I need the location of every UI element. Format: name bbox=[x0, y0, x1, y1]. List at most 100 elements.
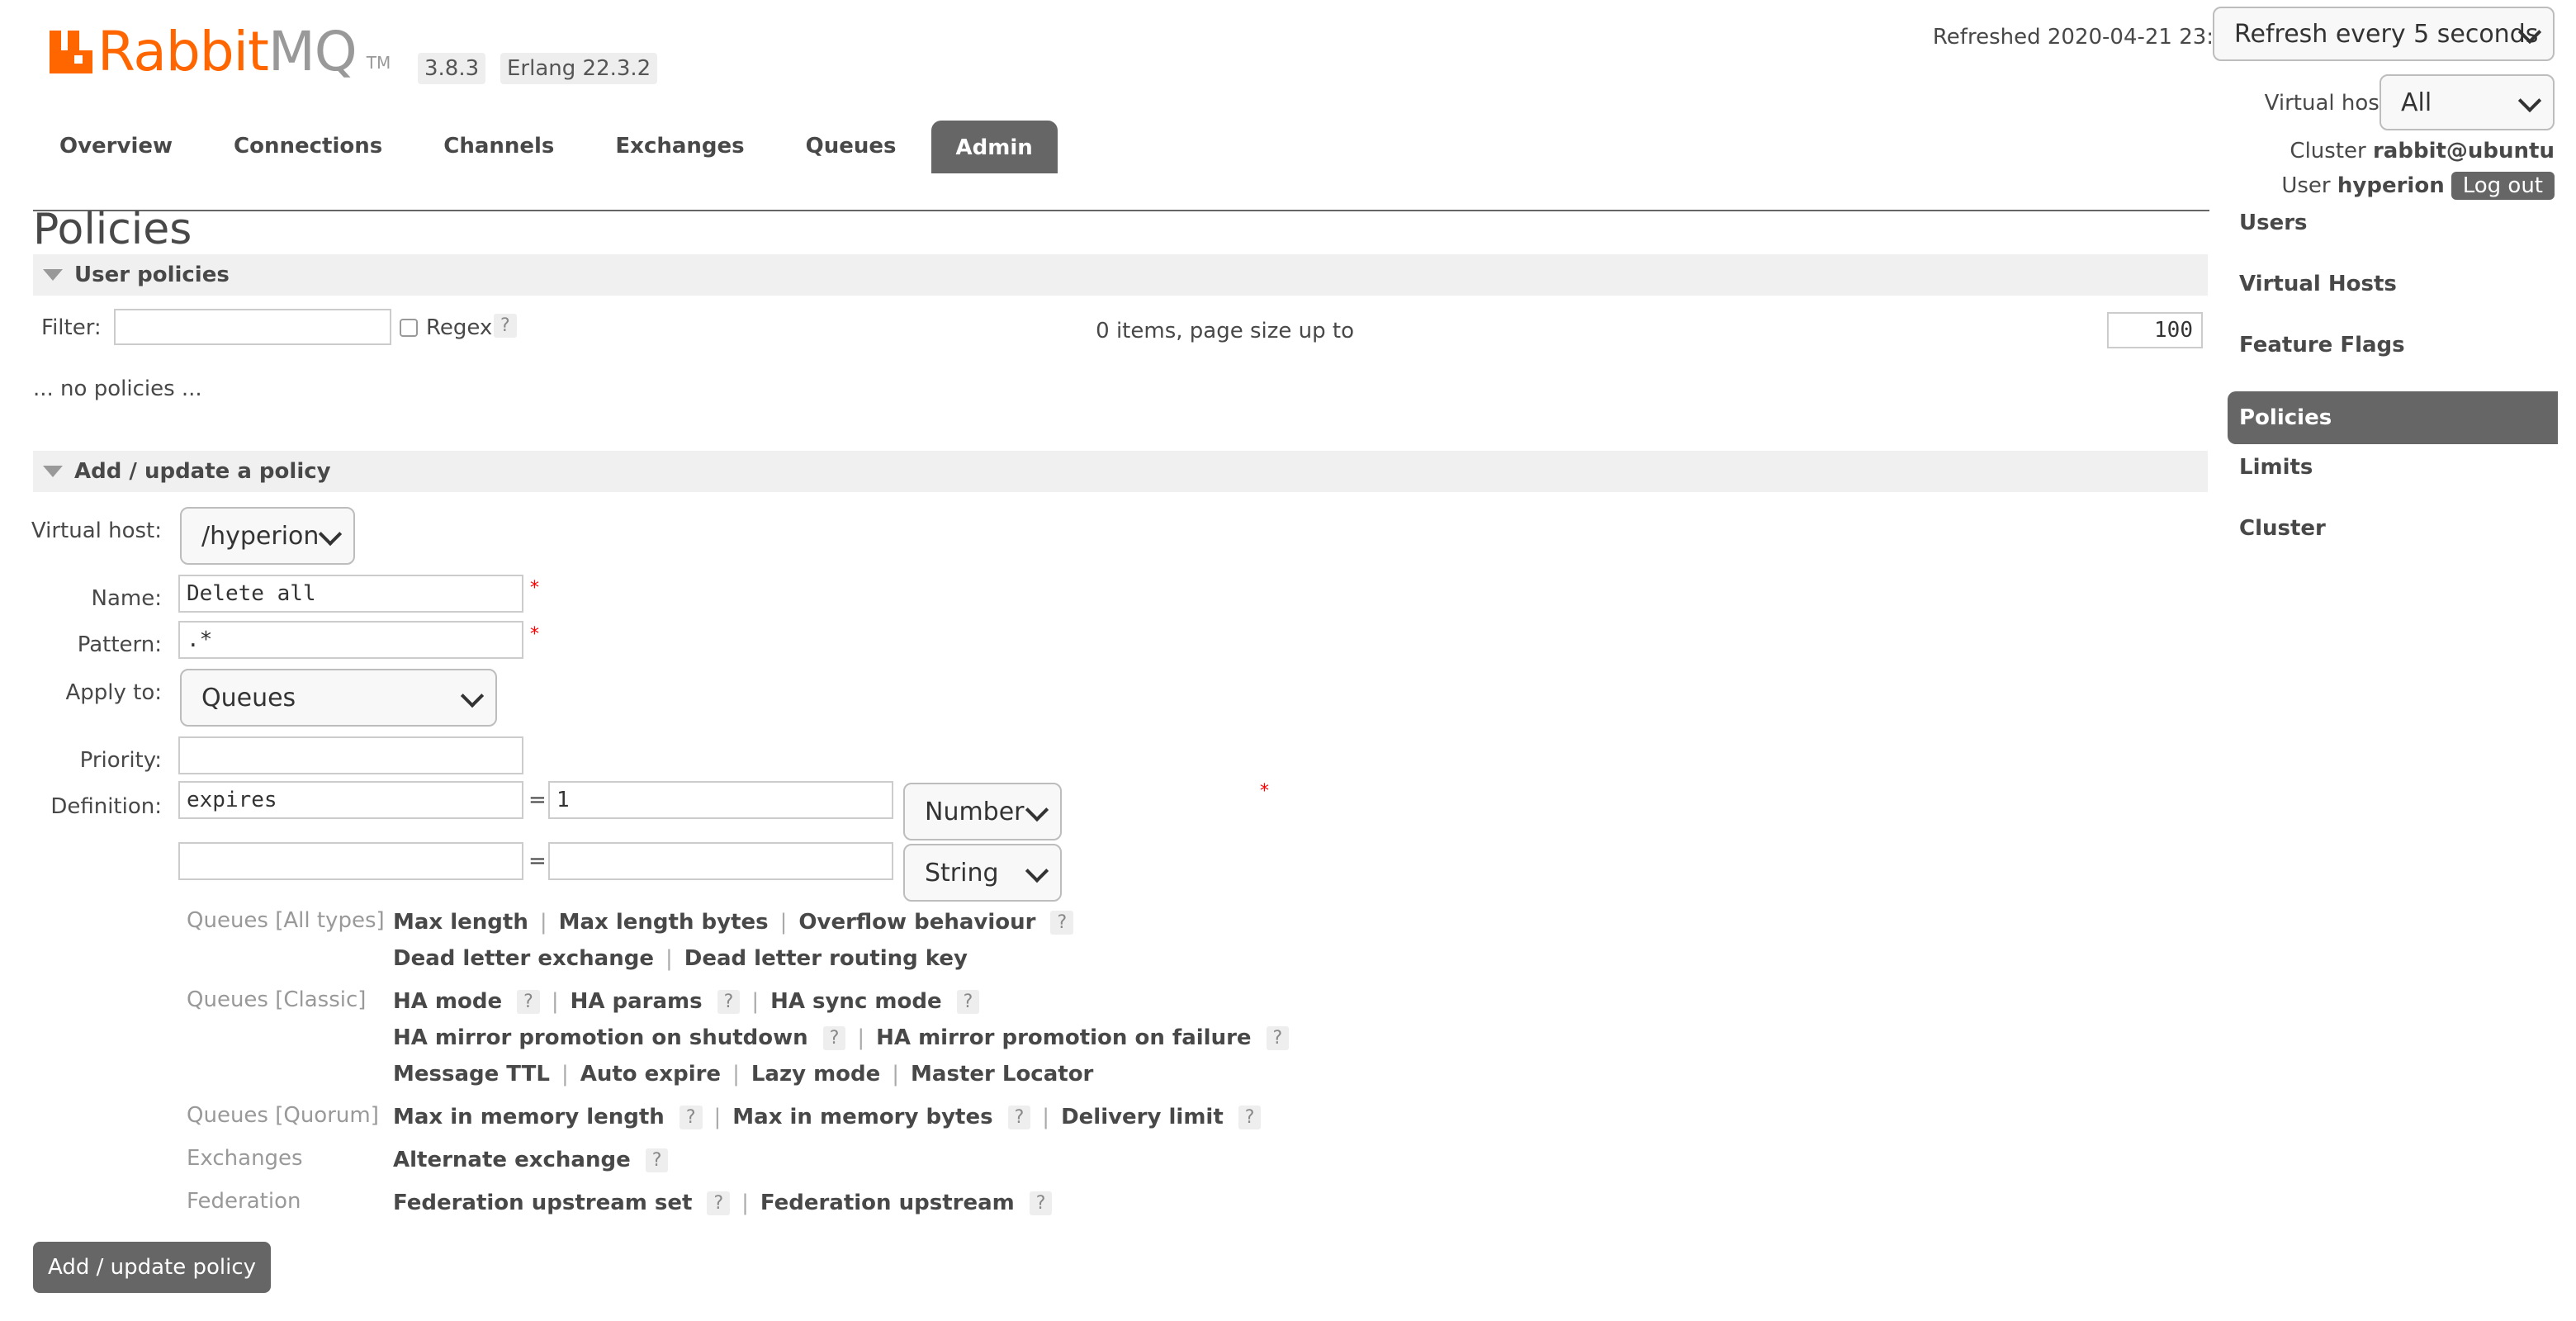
hint-auto-expire[interactable]: Auto expire bbox=[580, 1062, 721, 1087]
hint-max-in-memory-length[interactable]: Max in memory length bbox=[393, 1105, 665, 1129]
ha-params-help-button[interactable]: ? bbox=[717, 989, 741, 1014]
chevron-down-icon bbox=[1025, 859, 1049, 883]
regex-checkbox[interactable] bbox=[400, 319, 418, 337]
admin-sidebar: Users Virtual Hosts Feature Flags Polici… bbox=[2228, 208, 2558, 575]
alternate-exchange-help-button[interactable]: ? bbox=[645, 1148, 669, 1172]
overflow-help-button[interactable]: ? bbox=[1050, 910, 1074, 935]
hint-max-length-bytes[interactable]: Max length bytes bbox=[559, 910, 769, 935]
hint-lazy-mode[interactable]: Lazy mode bbox=[751, 1062, 880, 1087]
separator: | bbox=[751, 989, 760, 1014]
hint-max-length[interactable]: Max length bbox=[393, 910, 528, 935]
main-nav: Overview Connections Channels Exchanges … bbox=[33, 121, 1066, 173]
hint-category-queues-quorum: Queues [Quorum] bbox=[187, 1103, 379, 1128]
name-value: Delete all bbox=[187, 581, 316, 606]
items-count-info: 0 items, page size up to bbox=[1096, 319, 1354, 343]
definition-key-input-1[interactable]: expires bbox=[178, 781, 523, 819]
virtual-host-value: All bbox=[2401, 88, 2432, 117]
hint-row-exchanges: Alternate exchange ? bbox=[393, 1148, 669, 1172]
hint-master-locator[interactable]: Master Locator bbox=[911, 1062, 1093, 1087]
apply-to-label: Apply to: bbox=[65, 680, 162, 705]
sidebar-item-users[interactable]: Users bbox=[2228, 208, 2558, 269]
hint-ha-promotion-failure[interactable]: HA mirror promotion on failure bbox=[876, 1025, 1251, 1050]
tab-exchanges[interactable]: Exchanges bbox=[589, 122, 770, 173]
sidebar-item-feature-flags[interactable]: Feature Flags bbox=[2228, 330, 2558, 391]
delivery-limit-help-button[interactable]: ? bbox=[1238, 1105, 1262, 1129]
regex-label: Regex bbox=[426, 315, 493, 340]
hint-federation-upstream[interactable]: Federation upstream bbox=[760, 1191, 1015, 1215]
federation-upstream-set-help-button[interactable]: ? bbox=[707, 1191, 731, 1215]
hint-dead-letter-routing-key[interactable]: Dead letter routing key bbox=[684, 946, 968, 971]
pattern-input[interactable]: .* bbox=[178, 621, 523, 659]
hint-message-ttl[interactable]: Message TTL bbox=[393, 1062, 550, 1087]
hint-ha-sync-mode[interactable]: HA sync mode bbox=[770, 989, 942, 1014]
ha-mode-help-button[interactable]: ? bbox=[517, 989, 540, 1014]
refresh-interval-value: Refresh every 5 seconds bbox=[2234, 19, 2539, 49]
definition-type-select-2[interactable]: String bbox=[903, 844, 1062, 902]
separator: | bbox=[741, 1191, 749, 1215]
cluster-name: rabbit@ubuntu bbox=[2372, 139, 2555, 163]
hint-row-classic-3: Message TTL | Auto expire | Lazy mode | … bbox=[393, 1062, 1093, 1087]
filter-input[interactable] bbox=[114, 309, 391, 345]
separator: | bbox=[779, 910, 788, 935]
apply-to-select[interactable]: Queues bbox=[180, 669, 497, 727]
tab-channels[interactable]: Channels bbox=[417, 122, 580, 173]
sidebar-item-cluster[interactable]: Cluster bbox=[2228, 514, 2558, 575]
hint-delivery-limit[interactable]: Delivery limit bbox=[1061, 1105, 1224, 1129]
form-vhost-select[interactable]: /hyperion bbox=[180, 507, 355, 565]
separator: | bbox=[539, 910, 547, 935]
tab-admin[interactable]: Admin bbox=[930, 121, 1058, 173]
hint-category-queues-classic: Queues [Classic] bbox=[187, 987, 367, 1012]
sidebar-item-policies[interactable]: Policies bbox=[2228, 391, 2558, 444]
hint-ha-promotion-shutdown[interactable]: HA mirror promotion on shutdown bbox=[393, 1025, 808, 1050]
sidebar-item-limits[interactable]: Limits bbox=[2228, 452, 2558, 514]
virtual-host-select[interactable]: All bbox=[2379, 74, 2555, 130]
definition-required-marker: * bbox=[1260, 781, 1269, 802]
page-title: Policies bbox=[33, 205, 192, 254]
collapse-triangle-icon bbox=[43, 269, 63, 281]
equals-sign: = bbox=[528, 849, 547, 874]
hint-ha-mode[interactable]: HA mode bbox=[393, 989, 502, 1014]
definition-key-input-2[interactable] bbox=[178, 842, 523, 880]
version-badge: 3.8.3 bbox=[418, 53, 486, 84]
definition-type-value-2: String bbox=[925, 858, 999, 888]
hint-overflow-behaviour[interactable]: Overflow behaviour bbox=[798, 910, 1035, 935]
definition-value-input-1[interactable]: 1 bbox=[548, 781, 893, 819]
page-size-input[interactable]: 100 bbox=[2107, 312, 2203, 348]
separator: | bbox=[561, 1062, 569, 1087]
max-mem-length-help-button[interactable]: ? bbox=[679, 1105, 703, 1129]
hint-row-quorum: Max in memory length ? | Max in memory b… bbox=[393, 1105, 1262, 1129]
hint-max-in-memory-bytes[interactable]: Max in memory bytes bbox=[732, 1105, 992, 1129]
hint-category-queues-all: Queues [All types] bbox=[187, 908, 385, 933]
rabbitmq-logo[interactable]: RabbitMQ TM bbox=[50, 23, 391, 81]
regex-help-button[interactable]: ? bbox=[494, 314, 517, 338]
sidebar-item-virtual-hosts[interactable]: Virtual Hosts bbox=[2228, 269, 2558, 330]
federation-upstream-help-button[interactable]: ? bbox=[1029, 1191, 1053, 1215]
tab-connections[interactable]: Connections bbox=[207, 122, 409, 173]
hint-category-federation: Federation bbox=[187, 1189, 301, 1214]
name-input[interactable]: Delete all bbox=[178, 575, 523, 613]
definition-value-input-2[interactable] bbox=[548, 842, 893, 880]
tab-overview[interactable]: Overview bbox=[33, 122, 199, 173]
add-update-policy-button[interactable]: Add / update policy bbox=[33, 1242, 272, 1293]
pattern-required-marker: * bbox=[530, 624, 539, 645]
chevron-down-icon bbox=[2517, 88, 2542, 113]
add-policy-section-header[interactable]: Add / update a policy bbox=[33, 451, 2208, 492]
hint-dead-letter-exchange[interactable]: Dead letter exchange bbox=[393, 946, 654, 971]
refresh-interval-select[interactable]: Refresh every 5 seconds bbox=[2213, 7, 2555, 61]
separator: | bbox=[1042, 1105, 1050, 1129]
tab-queues[interactable]: Queues bbox=[779, 122, 923, 173]
hint-row-federation: Federation upstream set ? | Federation u… bbox=[393, 1191, 1053, 1215]
definition-type-select-1[interactable]: Number bbox=[903, 783, 1062, 840]
separator: | bbox=[892, 1062, 900, 1087]
hint-federation-upstream-set[interactable]: Federation upstream set bbox=[393, 1191, 692, 1215]
priority-input[interactable] bbox=[178, 736, 523, 774]
logout-button[interactable]: Log out bbox=[2451, 172, 2555, 200]
ha-promotion-shutdown-help-button[interactable]: ? bbox=[822, 1025, 846, 1050]
hint-alternate-exchange[interactable]: Alternate exchange bbox=[393, 1148, 631, 1172]
max-mem-bytes-help-button[interactable]: ? bbox=[1007, 1105, 1031, 1129]
hint-ha-params[interactable]: HA params bbox=[571, 989, 703, 1014]
ha-promotion-failure-help-button[interactable]: ? bbox=[1266, 1025, 1290, 1050]
user-policies-section-header[interactable]: User policies bbox=[33, 254, 2208, 296]
ha-sync-help-button[interactable]: ? bbox=[956, 989, 980, 1014]
add-policy-title: Add / update a policy bbox=[74, 459, 331, 484]
